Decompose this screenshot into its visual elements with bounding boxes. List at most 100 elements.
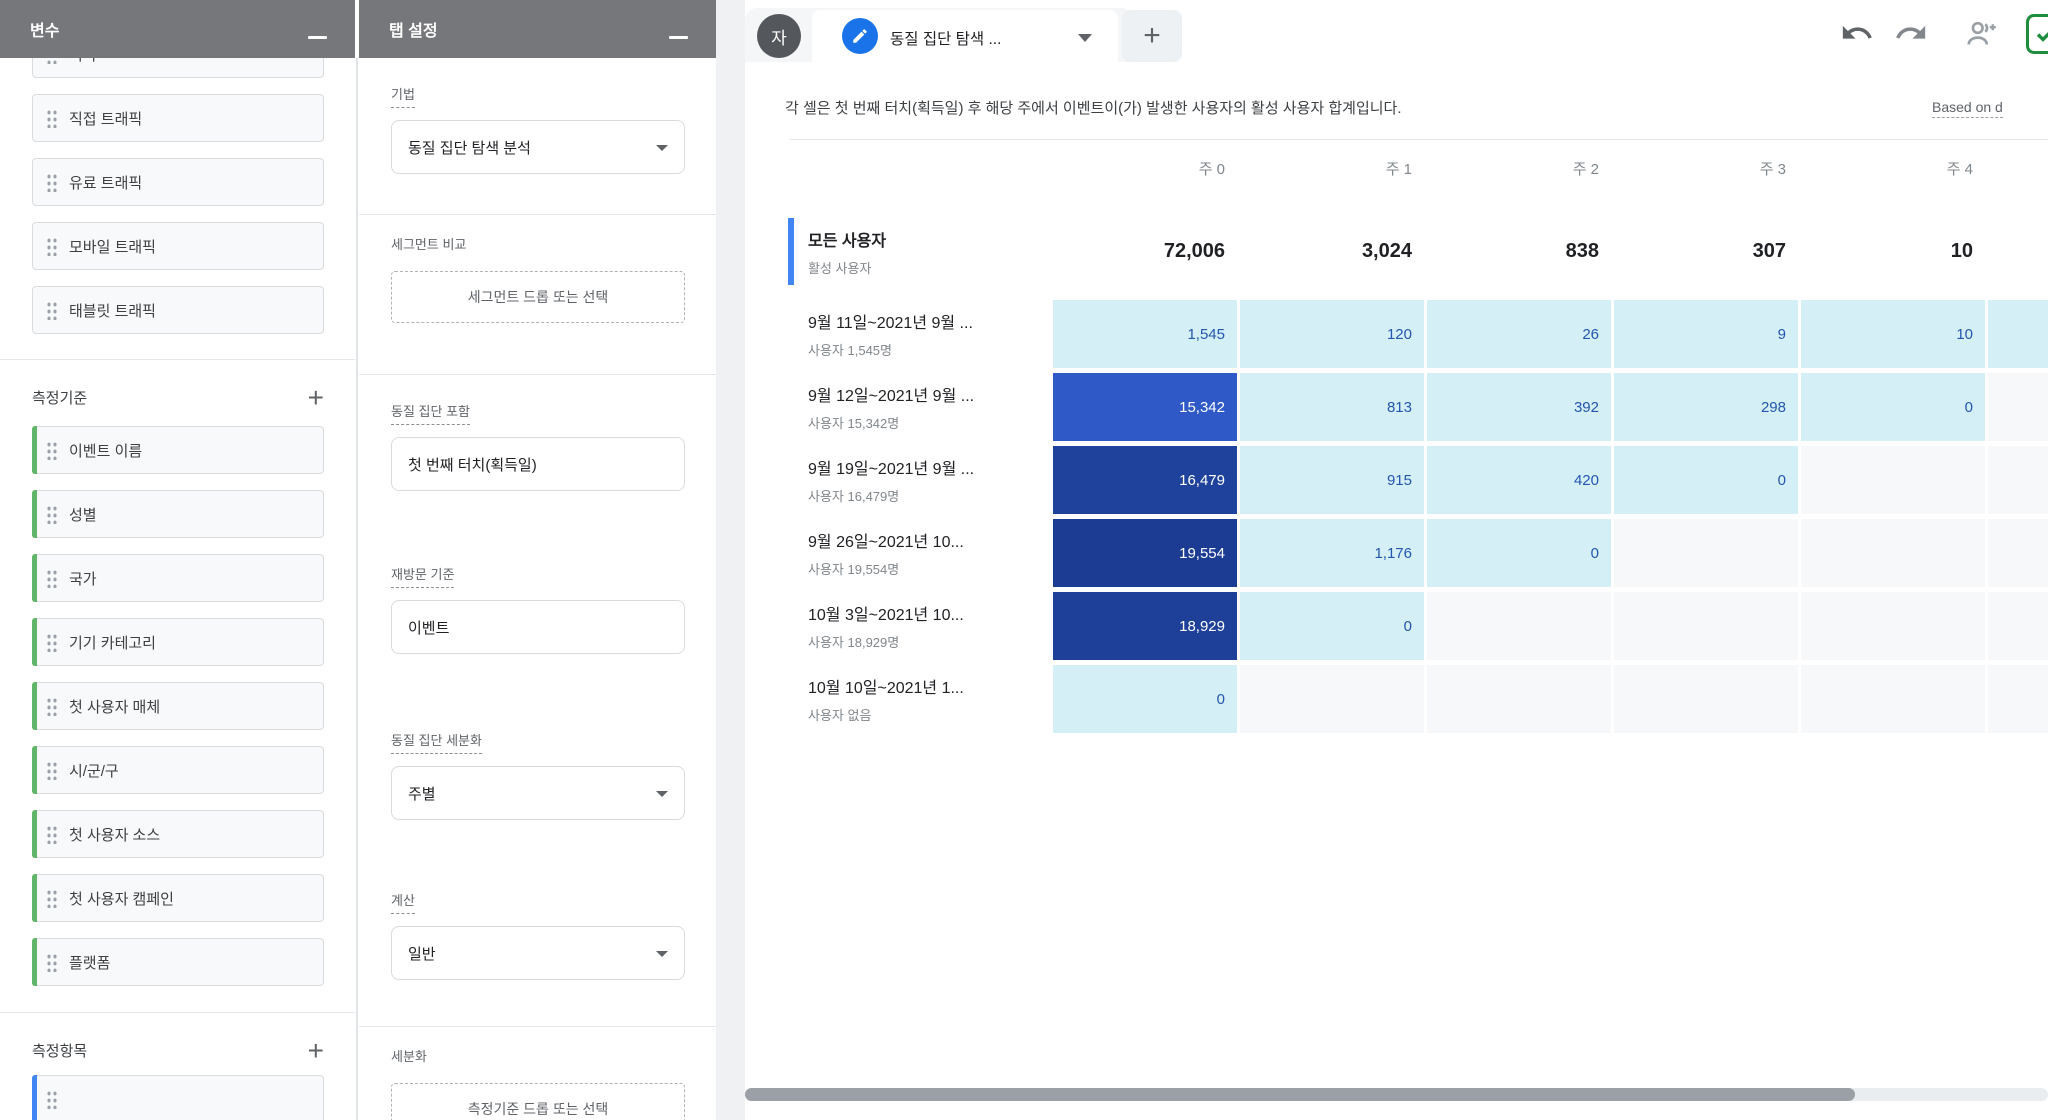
dimension-chip[interactable]: 첫 사용자 소스 [32, 810, 324, 858]
cohort-row-label: 10월 3일~2021년 10... 사용자 18,929명 [788, 592, 1050, 660]
breakdown-drop-zone[interactable]: 측정기준 드롭 또는 선택 [391, 1083, 685, 1120]
summary-accent-bar [788, 218, 794, 285]
chip-label: 이벤트 이름 [69, 442, 143, 460]
segment-chip[interactable]: 모바일 트래픽 [32, 222, 324, 270]
accent-bar [32, 554, 37, 602]
saved-check-icon[interactable] [2026, 14, 2048, 54]
chevron-down-icon[interactable] [1078, 34, 1092, 42]
undo-icon[interactable] [1840, 16, 1874, 50]
cohort-cell [1427, 592, 1611, 660]
calculation-select[interactable]: 일반 [391, 926, 685, 980]
metrics-header: 측정항목 [32, 1043, 88, 1060]
dimension-chip[interactable]: 성별 [32, 490, 324, 538]
cohort-cell [1614, 592, 1798, 660]
cohort-cell: 298 [1614, 373, 1798, 441]
granularity-value: 주별 [408, 785, 436, 803]
cohort-cell [1988, 592, 2048, 660]
metric-accent-bar [32, 1075, 37, 1120]
horizontal-scrollbar-thumb[interactable] [745, 1088, 1855, 1101]
cohort-cell: 392 [1427, 373, 1611, 441]
segment-drop-placeholder: 세그먼트 드롭 또는 선택 [467, 289, 609, 305]
dimension-chip[interactable]: 국가 [32, 554, 324, 602]
tab-settings-header: 탭 설정 [359, 0, 716, 58]
cohort-user-count: 사용자 없음 [808, 708, 872, 723]
dimension-chip[interactable]: 시/군/구 [32, 746, 324, 794]
cohort-user-count: 사용자 16,479명 [808, 489, 900, 504]
drag-handle-icon [46, 952, 57, 972]
chip-label: 첫 사용자 소스 [69, 826, 161, 844]
granularity-select[interactable]: 주별 [391, 766, 685, 820]
drag-handle-icon [46, 440, 57, 460]
avatar-initial: 자 [771, 28, 787, 48]
drag-handle-icon [46, 172, 57, 192]
tab-settings-title: 탭 설정 [389, 23, 438, 40]
cohort-cell: 0 [1053, 665, 1237, 733]
granularity-label: 동질 집단 세분화 [391, 730, 482, 754]
cohort-row-label: 9월 12일~2021년 9월 ... 사용자 15,342명 [788, 373, 1050, 441]
dimensions-header: 측정기준 [32, 390, 88, 407]
share-person-add-icon[interactable] [1962, 16, 1996, 50]
column-header: 주 2 [1572, 161, 1599, 178]
minimize-icon[interactable] [669, 36, 688, 39]
column-header: 주 1 [1385, 161, 1412, 178]
segment-chip[interactable]: 직접 트래픽 [32, 94, 324, 142]
based-on-link[interactable]: Based on d [1932, 99, 2003, 118]
table-column-headers: 주 0 주 1 주 2 주 3 주 4 [788, 158, 2048, 179]
summary-value: 307 [1752, 240, 1786, 262]
segment-drop-zone[interactable]: 세그먼트 드롭 또는 선택 [391, 271, 685, 323]
chip-label: 직접 트래픽 [69, 110, 143, 128]
segment-chip[interactable]: 태블릿 트래픽 [32, 286, 324, 334]
cohort-date-range: 9월 26일~2021년 10... [808, 534, 964, 551]
add-dimension-button[interactable]: + [308, 383, 324, 411]
cohort-cell: 915 [1240, 446, 1424, 514]
chevron-down-icon [656, 145, 668, 151]
drag-handle-icon [46, 1089, 57, 1109]
cohort-cell [1988, 446, 2048, 514]
horizontal-scrollbar-track[interactable] [745, 1088, 2048, 1101]
drag-handle-icon [46, 696, 57, 716]
drag-handle-icon [46, 504, 57, 524]
redo-icon[interactable] [1894, 16, 1928, 50]
cohort-inclusion-value: 첫 번째 터치(획득일) [408, 456, 537, 474]
segment-chip[interactable]: 유료 트래픽 [32, 158, 324, 206]
cohort-cell [1240, 665, 1424, 733]
technique-select[interactable]: 동질 집단 탐색 분석 [391, 120, 685, 174]
cohort-cell [1801, 592, 1985, 660]
cohort-cell [1614, 665, 1798, 733]
summary-row: 모든 사용자 활성 사용자 72,006 3,024 838 307 10 [788, 213, 2048, 290]
divider [359, 1026, 716, 1027]
panel-separator [356, 58, 358, 1120]
summary-subtitle: 활성 사용자 [808, 260, 872, 276]
cohort-cell: 18,929 [1053, 592, 1237, 660]
accent-bar [32, 938, 37, 986]
cohort-cell: 10 [1801, 300, 1985, 368]
return-criteria-select[interactable]: 이벤트 [391, 600, 685, 654]
accent-bar [32, 874, 37, 922]
cohort-row-label: 9월 11일~2021년 9월 ... 사용자 1,545명 [788, 300, 1050, 368]
chip-label: 모바일 트래픽 [69, 238, 156, 256]
metric-chip-partial[interactable] [32, 1075, 324, 1120]
chip-label: 첫 사용자 캠페인 [69, 890, 174, 908]
tab-cohort-exploration[interactable]: 동질 집단 탐색 ... [812, 10, 1118, 62]
add-tab-button[interactable]: + [1122, 10, 1182, 62]
dimension-chip[interactable]: 이벤트 이름 [32, 426, 324, 474]
minimize-icon[interactable] [308, 36, 327, 39]
chevron-down-icon [656, 951, 668, 957]
cohort-cell: 15,342 [1053, 373, 1237, 441]
cohort-cell: 19,554 [1053, 519, 1237, 587]
drag-handle-icon [46, 632, 57, 652]
dimension-chip[interactable]: 플랫폼 [32, 938, 324, 986]
cohort-cell: 420 [1427, 446, 1611, 514]
dimension-chip[interactable]: 첫 사용자 캠페인 [32, 874, 324, 922]
cohort-cell [1801, 519, 1985, 587]
add-metric-button[interactable]: + [308, 1036, 324, 1064]
dimension-chip[interactable]: 기기 카테고리 [32, 618, 324, 666]
dimension-chip[interactable]: 첫 사용자 매체 [32, 682, 324, 730]
cohort-date-range: 9월 12일~2021년 9월 ... [808, 388, 975, 405]
cohort-inclusion-select[interactable]: 첫 번째 터치(획득일) [391, 437, 685, 491]
variables-panel-header: 변수 [0, 0, 355, 58]
summary-value: 3,024 [1361, 240, 1412, 262]
cohort-cell [1427, 665, 1611, 733]
plus-icon: + [1143, 19, 1161, 52]
column-header: 주 4 [1946, 161, 1973, 178]
